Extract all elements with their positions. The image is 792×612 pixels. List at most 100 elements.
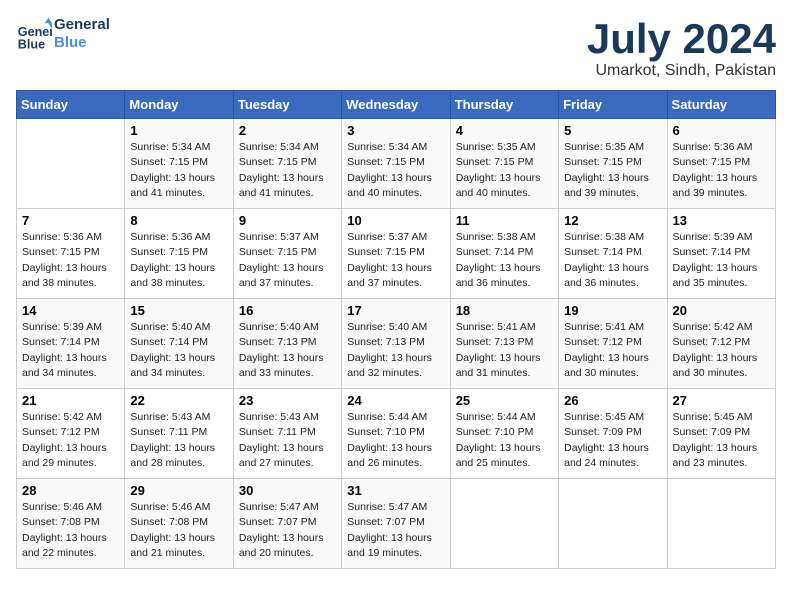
day-cell: 1 Sunrise: 5:34 AM Sunset: 7:15 PM Daylig… — [125, 119, 233, 209]
day-number: 27 — [673, 393, 770, 408]
day-info: Sunrise: 5:43 AM Sunset: 7:11 PM Dayligh… — [239, 410, 336, 471]
location: Umarkot, Sindh, Pakistan — [587, 62, 776, 80]
calendar-header-row: SundayMondayTuesdayWednesdayThursdayFrid… — [17, 91, 776, 119]
day-number: 17 — [347, 303, 444, 318]
day-cell: 27Sunrise: 5:45 AM Sunset: 7:09 PM Dayli… — [667, 389, 775, 479]
day-number: 28 — [22, 483, 119, 498]
day-cell: 5 Sunrise: 5:35 AM Sunset: 7:15 PM Daylig… — [559, 119, 667, 209]
month-title: July 2024 — [587, 16, 776, 62]
day-cell: 31 Sunrise: 5:47 AM Sunset: 7:07 PM Dayli… — [342, 479, 450, 569]
calendar-table: SundayMondayTuesdayWednesdayThursdayFrid… — [16, 90, 776, 569]
logo: General Blue General Blue — [16, 16, 110, 52]
day-cell: 16Sunrise: 5:40 AM Sunset: 7:13 PM Dayli… — [233, 299, 341, 389]
day-info: Sunrise: 5:47 AM Sunset: 7:07 PM Dayligh… — [347, 500, 444, 561]
day-cell: 12 Sunrise: 5:38 AM Sunset: 7:14 PM Dayli… — [559, 209, 667, 299]
day-number: 25 — [456, 393, 553, 408]
day-number: 11 — [456, 213, 553, 228]
day-cell: 24 Sunrise: 5:44 AM Sunset: 7:10 PM Dayli… — [342, 389, 450, 479]
title-block: July 2024 Umarkot, Sindh, Pakistan — [587, 16, 776, 80]
day-cell: 25Sunrise: 5:44 AM Sunset: 7:10 PM Dayli… — [450, 389, 558, 479]
day-number: 20 — [673, 303, 770, 318]
col-header-saturday: Saturday — [667, 91, 775, 119]
day-info: Sunrise: 5:34 AM Sunset: 7:15 PM Dayligh… — [130, 140, 227, 201]
day-cell: 23Sunrise: 5:43 AM Sunset: 7:11 PM Dayli… — [233, 389, 341, 479]
day-number: 8 — [130, 213, 227, 228]
day-number: 6 — [673, 123, 770, 138]
day-info: Sunrise: 5:41 AM Sunset: 7:12 PM Dayligh… — [564, 320, 661, 381]
day-info: Sunrise: 5:45 AM Sunset: 7:09 PM Dayligh… — [564, 410, 661, 471]
day-cell: 11 Sunrise: 5:38 AM Sunset: 7:14 PM Dayli… — [450, 209, 558, 299]
day-info: Sunrise: 5:34 AM Sunset: 7:15 PM Dayligh… — [347, 140, 444, 201]
day-info: Sunrise: 5:44 AM Sunset: 7:10 PM Dayligh… — [347, 410, 444, 471]
day-cell: 28Sunrise: 5:46 AM Sunset: 7:08 PM Dayli… — [17, 479, 125, 569]
week-row-2: 7 Sunrise: 5:36 AM Sunset: 7:15 PM Daylig… — [17, 209, 776, 299]
day-number: 13 — [673, 213, 770, 228]
day-number: 22 — [130, 393, 227, 408]
day-number: 5 — [564, 123, 661, 138]
day-cell: 30 Sunrise: 5:47 AM Sunset: 7:07 PM Dayli… — [233, 479, 341, 569]
day-number: 7 — [22, 213, 119, 228]
day-cell: 6Sunrise: 5:36 AM Sunset: 7:15 PM Daylig… — [667, 119, 775, 209]
day-number: 4 — [456, 123, 553, 138]
logo-general: General — [54, 16, 110, 34]
day-cell: 17 Sunrise: 5:40 AM Sunset: 7:13 PM Dayli… — [342, 299, 450, 389]
day-info: Sunrise: 5:37 AM Sunset: 7:15 PM Dayligh… — [239, 230, 336, 291]
day-info: Sunrise: 5:39 AM Sunset: 7:14 PM Dayligh… — [22, 320, 119, 381]
day-info: Sunrise: 5:38 AM Sunset: 7:14 PM Dayligh… — [564, 230, 661, 291]
day-cell: 21 Sunrise: 5:42 AM Sunset: 7:12 PM Dayli… — [17, 389, 125, 479]
day-number: 2 — [239, 123, 336, 138]
day-cell: 13 Sunrise: 5:39 AM Sunset: 7:14 PM Dayli… — [667, 209, 775, 299]
day-cell: 10Sunrise: 5:37 AM Sunset: 7:15 PM Dayli… — [342, 209, 450, 299]
day-cell: 14 Sunrise: 5:39 AM Sunset: 7:14 PM Dayli… — [17, 299, 125, 389]
day-number: 12 — [564, 213, 661, 228]
day-number: 1 — [130, 123, 227, 138]
page-header: General Blue General Blue July 2024 Umar… — [16, 16, 776, 80]
day-info: Sunrise: 5:42 AM Sunset: 7:12 PM Dayligh… — [22, 410, 119, 471]
col-header-friday: Friday — [559, 91, 667, 119]
day-cell: 2Sunrise: 5:34 AM Sunset: 7:15 PM Daylig… — [233, 119, 341, 209]
day-number: 3 — [347, 123, 444, 138]
week-row-3: 14 Sunrise: 5:39 AM Sunset: 7:14 PM Dayli… — [17, 299, 776, 389]
day-cell: 3 Sunrise: 5:34 AM Sunset: 7:15 PM Daylig… — [342, 119, 450, 209]
day-info: Sunrise: 5:39 AM Sunset: 7:14 PM Dayligh… — [673, 230, 770, 291]
day-info: Sunrise: 5:38 AM Sunset: 7:14 PM Dayligh… — [456, 230, 553, 291]
col-header-wednesday: Wednesday — [342, 91, 450, 119]
logo-icon: General Blue — [16, 16, 52, 52]
day-number: 29 — [130, 483, 227, 498]
col-header-tuesday: Tuesday — [233, 91, 341, 119]
col-header-monday: Monday — [125, 91, 233, 119]
day-cell — [17, 119, 125, 209]
day-info: Sunrise: 5:35 AM Sunset: 7:15 PM Dayligh… — [456, 140, 553, 201]
day-cell — [450, 479, 558, 569]
day-number: 15 — [130, 303, 227, 318]
day-info: Sunrise: 5:47 AM Sunset: 7:07 PM Dayligh… — [239, 500, 336, 561]
day-info: Sunrise: 5:42 AM Sunset: 7:12 PM Dayligh… — [673, 320, 770, 381]
day-cell: 4 Sunrise: 5:35 AM Sunset: 7:15 PM Daylig… — [450, 119, 558, 209]
day-cell: 7 Sunrise: 5:36 AM Sunset: 7:15 PM Daylig… — [17, 209, 125, 299]
day-number: 31 — [347, 483, 444, 498]
day-info: Sunrise: 5:36 AM Sunset: 7:15 PM Dayligh… — [130, 230, 227, 291]
day-cell — [559, 479, 667, 569]
day-cell: 18Sunrise: 5:41 AM Sunset: 7:13 PM Dayli… — [450, 299, 558, 389]
day-cell: 8 Sunrise: 5:36 AM Sunset: 7:15 PM Daylig… — [125, 209, 233, 299]
day-cell: 29 Sunrise: 5:46 AM Sunset: 7:08 PM Dayli… — [125, 479, 233, 569]
day-info: Sunrise: 5:36 AM Sunset: 7:15 PM Dayligh… — [22, 230, 119, 291]
day-number: 21 — [22, 393, 119, 408]
day-cell: 15 Sunrise: 5:40 AM Sunset: 7:14 PM Dayli… — [125, 299, 233, 389]
col-header-sunday: Sunday — [17, 91, 125, 119]
day-number: 24 — [347, 393, 444, 408]
day-info: Sunrise: 5:40 AM Sunset: 7:14 PM Dayligh… — [130, 320, 227, 381]
day-info: Sunrise: 5:37 AM Sunset: 7:15 PM Dayligh… — [347, 230, 444, 291]
day-info: Sunrise: 5:40 AM Sunset: 7:13 PM Dayligh… — [347, 320, 444, 381]
week-row-5: 28 Sunrise: 5:46 AM Sunset: 7:08 PM Dayli… — [17, 479, 776, 569]
day-info: Sunrise: 5:35 AM Sunset: 7:15 PM Dayligh… — [564, 140, 661, 201]
day-number: 30 — [239, 483, 336, 498]
day-info: Sunrise: 5:46 AM Sunset: 7:08 PM Dayligh… — [130, 500, 227, 561]
svg-text:Blue: Blue — [18, 37, 45, 51]
day-number: 9 — [239, 213, 336, 228]
day-info: Sunrise: 5:41 AM Sunset: 7:13 PM Dayligh… — [456, 320, 553, 381]
day-number: 14 — [22, 303, 119, 318]
day-number: 19 — [564, 303, 661, 318]
week-row-4: 21 Sunrise: 5:42 AM Sunset: 7:12 PM Dayli… — [17, 389, 776, 479]
day-cell: 9 Sunrise: 5:37 AM Sunset: 7:15 PM Daylig… — [233, 209, 341, 299]
